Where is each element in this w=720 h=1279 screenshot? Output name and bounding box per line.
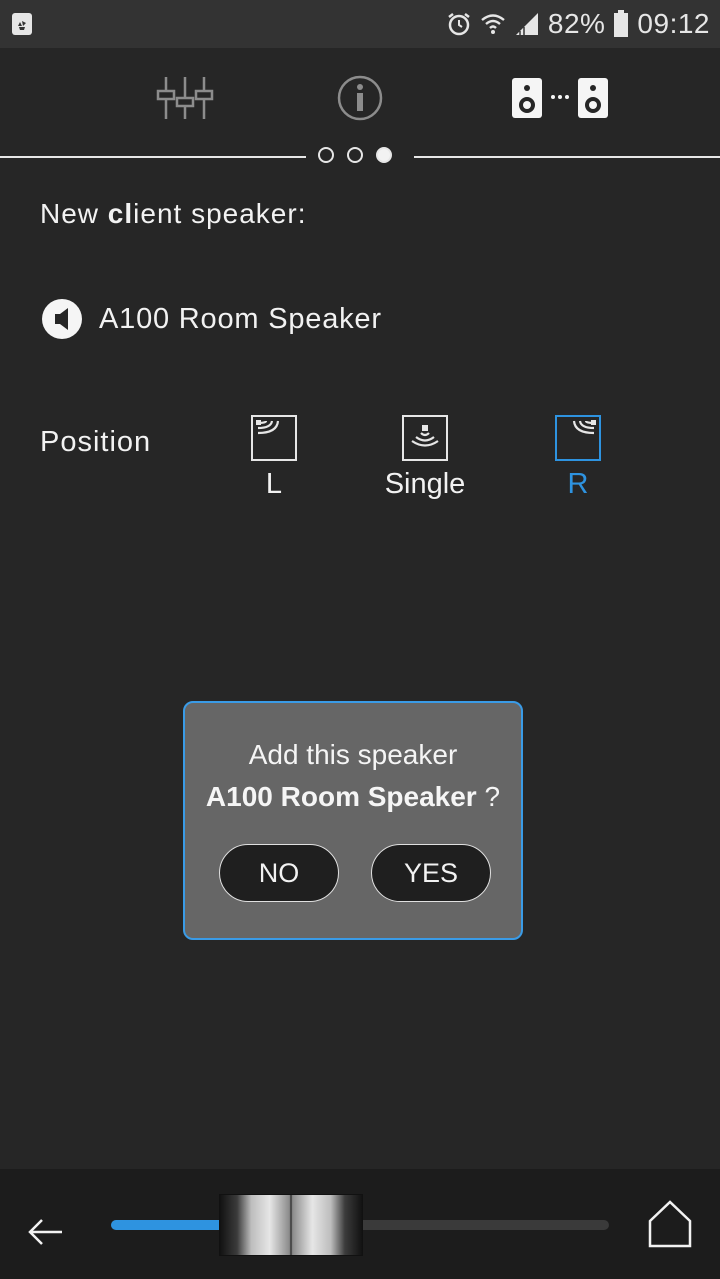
- info-icon: [337, 75, 383, 121]
- add-speaker-dialog: Add this speaker A100 Room Speaker ? NO …: [183, 701, 523, 940]
- position-right-icon: [555, 415, 601, 461]
- no-button[interactable]: NO: [219, 844, 339, 902]
- dialog-message: Add this speaker: [248, 739, 458, 770]
- equalizer-icon: [156, 77, 214, 119]
- speaker-row: A100 Room Speaker: [42, 299, 382, 339]
- signal-icon: [515, 13, 538, 35]
- battery-icon: [614, 10, 629, 37]
- yes-button[interactable]: YES: [371, 844, 491, 902]
- speaker-icon: [42, 299, 82, 339]
- clock: 09:12: [637, 8, 710, 39]
- position-single-icon: [402, 415, 448, 461]
- tab-equalizer[interactable]: [140, 70, 230, 126]
- volume-slider-handle[interactable]: [219, 1194, 363, 1256]
- page-title: New client speaker:: [40, 198, 307, 229]
- recycle-icon: [12, 13, 32, 35]
- alarm-icon: [448, 13, 470, 36]
- battery-percent: 82%: [547, 8, 606, 39]
- top-navigation: [0, 48, 720, 156]
- page-indicator: [318, 147, 392, 163]
- position-label: Position: [40, 426, 152, 458]
- back-arrow-icon[interactable]: [26, 1215, 66, 1249]
- status-bar: 82% 09:12: [0, 0, 720, 48]
- position-option-left[interactable]: L: [248, 415, 300, 501]
- page-dot-3: [376, 147, 392, 163]
- wifi-icon: [481, 14, 505, 34]
- home-icon[interactable]: [646, 1199, 694, 1249]
- tab-speakers[interactable]: [495, 70, 625, 126]
- position-option-right[interactable]: R: [552, 415, 604, 501]
- position-option-single[interactable]: Single: [380, 415, 470, 501]
- page-dot-1: [318, 147, 334, 163]
- dialog-speaker-name: A100 Room Speaker ?: [205, 781, 501, 812]
- page-dot-2: [347, 147, 363, 163]
- speaker-pair-icon: [512, 78, 608, 118]
- divider-left: [0, 156, 306, 158]
- divider-right: [414, 156, 720, 158]
- position-left-icon: [251, 415, 297, 461]
- tab-info[interactable]: [320, 70, 400, 126]
- speaker-name: A100 Room Speaker: [99, 302, 382, 335]
- bottom-bar: [0, 1169, 720, 1279]
